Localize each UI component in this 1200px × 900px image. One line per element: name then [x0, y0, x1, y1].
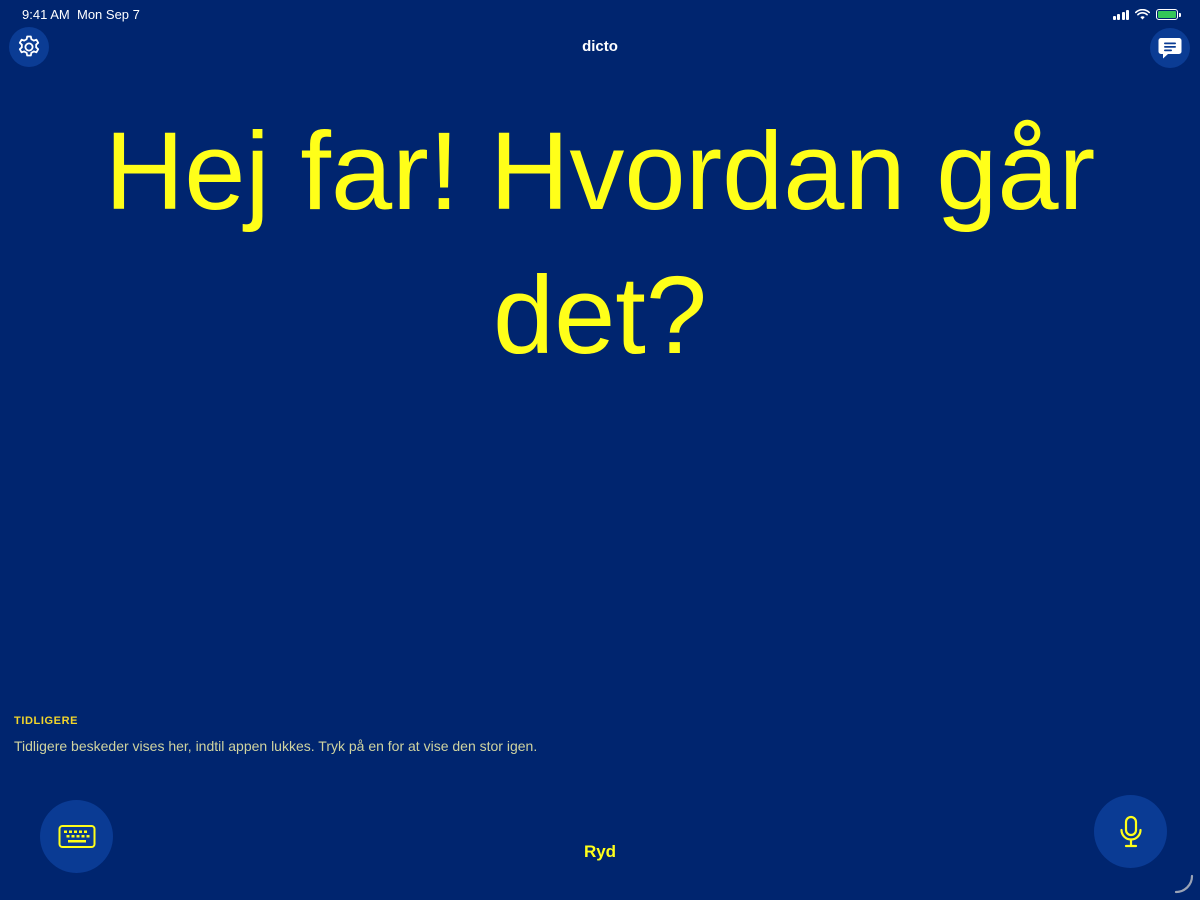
history-description: Tidligere beskeder vises her, indtil app…: [14, 738, 538, 754]
microphone-button[interactable]: [1094, 795, 1167, 868]
status-bar: 9:41 AM Mon Sep 7: [0, 0, 1200, 28]
keyboard-icon: [58, 824, 95, 848]
keyboard-button[interactable]: [40, 800, 113, 873]
app-title: dicto: [582, 38, 618, 55]
chat-bubble-icon: [1158, 38, 1182, 59]
resize-handle-icon: [1174, 874, 1194, 894]
current-message[interactable]: Hej far! Hvordan går det?: [40, 100, 1160, 388]
status-date: Mon Sep 7: [77, 7, 140, 22]
cellular-signal-icon: [1112, 9, 1129, 20]
status-time: 9:41 AM: [22, 7, 70, 22]
clear-button[interactable]: Ryd: [560, 842, 640, 862]
messages-button[interactable]: [1150, 28, 1190, 68]
history-section-title: TIDLIGERE: [14, 715, 79, 727]
battery-icon: [1156, 9, 1181, 20]
microphone-icon: [1119, 815, 1142, 847]
status-indicators: [1112, 8, 1181, 21]
wifi-icon: [1135, 9, 1150, 20]
